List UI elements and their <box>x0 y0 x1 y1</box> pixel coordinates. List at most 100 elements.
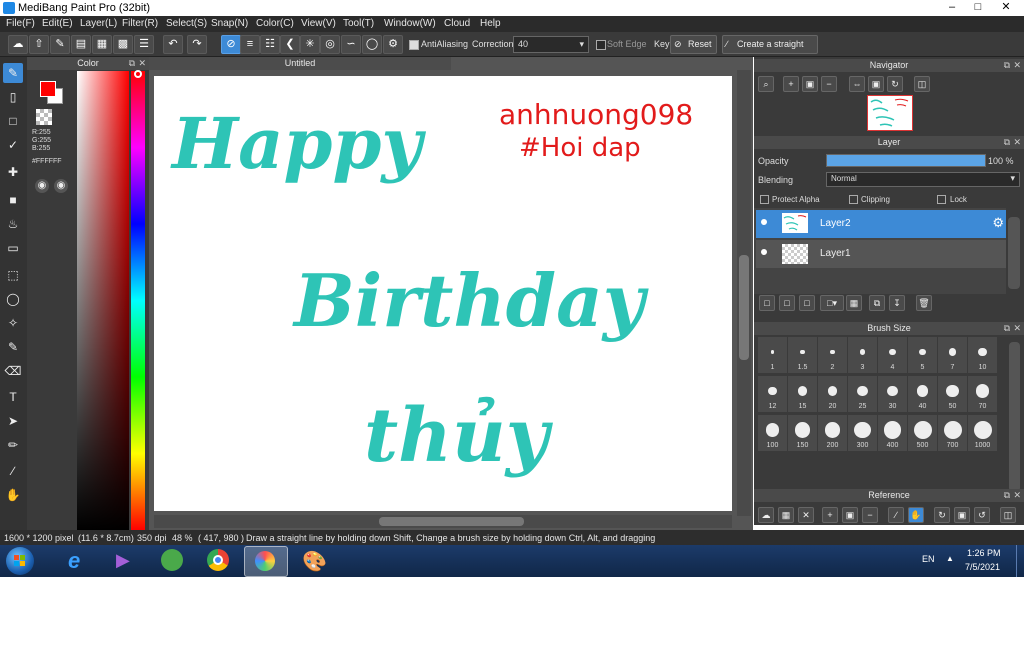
merge-down-icon[interactable]: ↧ <box>889 295 905 311</box>
folder-icon[interactable]: ▦ <box>846 295 862 311</box>
menu-layer[interactable]: Layer(L) <box>80 18 117 29</box>
dot-tool-icon[interactable]: ✓ <box>3 135 23 155</box>
menu-window[interactable]: Window(W) <box>384 18 436 29</box>
ring-snap-icon[interactable]: ◯ <box>362 35 382 54</box>
rect-tool-icon[interactable]: □ <box>3 111 23 131</box>
brush-size-50[interactable]: 50 <box>938 376 967 412</box>
new-layer-1bit-icon[interactable]: □ <box>799 295 815 311</box>
clipping-checkbox[interactable] <box>849 195 858 204</box>
menu-cloud[interactable]: Cloud <box>444 18 470 29</box>
cloud-icon[interactable]: ☁ <box>8 35 28 54</box>
brush-size-2[interactable]: 2 <box>818 337 847 373</box>
palette-icon[interactable]: ◉ <box>35 179 49 193</box>
open-folder-icon[interactable]: ▦ <box>778 507 794 523</box>
brush-size-400[interactable]: 400 <box>878 415 907 451</box>
brush-size-300[interactable]: 300 <box>848 415 877 451</box>
magic-wand-icon[interactable]: ✧ <box>3 313 23 333</box>
eraser-tool-icon[interactable]: ▯ <box>3 87 23 107</box>
cross-snap-icon[interactable]: ☷ <box>260 35 280 54</box>
reset-view-icon[interactable]: ◫ <box>1000 507 1016 523</box>
hue-slider[interactable] <box>131 71 145 530</box>
fill-rect-tool-icon[interactable]: ■ <box>3 190 23 210</box>
foreground-color-swatch[interactable] <box>40 81 56 97</box>
text-tool-icon[interactable]: T <box>3 387 23 407</box>
brush-size-20[interactable]: 20 <box>818 376 847 412</box>
correction-select[interactable]: 40 ▾ <box>513 36 589 53</box>
brush-size-15[interactable]: 15 <box>788 376 817 412</box>
horizontal-scrollbar[interactable] <box>154 515 732 528</box>
brush-size-500[interactable]: 500 <box>908 415 937 451</box>
float-icon[interactable]: ⧉ <box>1004 322 1010 335</box>
reset-button[interactable]: ⊘ Reset <box>670 35 717 54</box>
brush-size-70[interactable]: 70 <box>968 376 997 412</box>
palette-edit-icon[interactable]: ◉ <box>54 179 68 193</box>
brush-size-25[interactable]: 25 <box>848 376 877 412</box>
operation-tool-icon[interactable]: ➤ <box>3 411 23 431</box>
opacity-slider[interactable] <box>826 154 986 167</box>
brush-size-30[interactable]: 30 <box>878 376 907 412</box>
brush-size-5[interactable]: 5 <box>908 337 937 373</box>
brush-size-1[interactable]: 1 <box>758 337 787 373</box>
transparent-swatch[interactable] <box>36 109 52 125</box>
curve-snap-icon[interactable]: ∽ <box>341 35 361 54</box>
start-button[interactable] <box>6 547 34 575</box>
select-pen-icon[interactable]: ✎ <box>3 337 23 357</box>
delete-icon[interactable]: 🗑 <box>916 295 932 311</box>
list-doc-icon[interactable]: ☰ <box>134 35 154 54</box>
float-icon[interactable]: ⧉ <box>1004 489 1010 502</box>
reset-view-icon[interactable]: ◫ <box>914 76 930 92</box>
zoom-out-icon[interactable]: − <box>862 507 878 523</box>
brush-size-scrollbar[interactable] <box>1009 342 1020 492</box>
visualstudio-taskbar-icon[interactable]: ▶ <box>104 546 146 575</box>
eyedropper-icon[interactable]: ∕ <box>3 461 23 481</box>
zoom-in-icon[interactable]: + <box>783 76 799 92</box>
soft-edge-checkbox[interactable] <box>596 40 606 50</box>
grid-doc-icon[interactable]: ▩ <box>113 35 133 54</box>
eyedropper-icon[interactable]: ∕ <box>888 507 904 523</box>
upload-icon[interactable]: ☁ <box>758 507 774 523</box>
actual-size-icon[interactable]: ▣ <box>842 507 858 523</box>
chat-icon[interactable]: ✎ <box>50 35 70 54</box>
circle-snap-icon[interactable]: ◎ <box>320 35 340 54</box>
gradient-tool-icon[interactable]: ▭ <box>3 238 23 258</box>
new-layer-icon[interactable]: □ <box>759 295 775 311</box>
layer-row-layer2[interactable]: Layer2 ⚙ <box>756 210 1006 238</box>
rotate-icon[interactable]: ↻ <box>934 507 950 523</box>
menu-select[interactable]: Select(S) <box>166 18 207 29</box>
rotate-reset-icon[interactable]: ↺ <box>974 507 990 523</box>
fit-window-icon[interactable]: ▣ <box>868 76 884 92</box>
zoom-fit-icon[interactable]: ⌕ <box>758 76 774 92</box>
redo-icon[interactable]: ↷ <box>187 35 207 54</box>
duplicate-icon[interactable]: ⧉ <box>869 295 885 311</box>
gear-icon[interactable]: ⚙ <box>992 215 1004 231</box>
blending-select[interactable]: Normal ▾ <box>826 172 1020 187</box>
eye-icon[interactable] <box>761 219 767 225</box>
lock-checkbox[interactable] <box>937 195 946 204</box>
hue-handle[interactable] <box>134 70 142 78</box>
ie-taskbar-icon[interactable]: e <box>56 546 98 575</box>
menu-help[interactable]: Help <box>480 18 501 29</box>
menu-tool[interactable]: Tool(T) <box>343 18 374 29</box>
antialiasing-checkbox[interactable] <box>409 40 419 50</box>
close-icon[interactable]: ✕ <box>138 57 146 70</box>
paint-taskbar-icon[interactable]: 🎨 <box>290 546 332 575</box>
chrome-taskbar-icon[interactable] <box>198 546 240 575</box>
brush-size-200[interactable]: 200 <box>818 415 847 451</box>
close-icon[interactable]: ✕ <box>1013 322 1021 335</box>
menu-view[interactable]: View(V) <box>301 18 336 29</box>
brush-size-150[interactable]: 150 <box>788 415 817 451</box>
new-layer-menu-icon[interactable]: □▾ <box>820 295 844 311</box>
bucket-tool-icon[interactable]: ♨ <box>3 214 23 234</box>
parallel-snap-icon[interactable]: ≡ <box>240 35 260 54</box>
menu-color[interactable]: Color(C) <box>256 18 294 29</box>
close-icon[interactable]: ✕ <box>1013 59 1021 72</box>
vertical-scrollbar[interactable] <box>737 70 751 516</box>
brush-size-1-5[interactable]: 1.5 <box>788 337 817 373</box>
flip-icon[interactable]: ⇔ <box>849 76 865 92</box>
brush-size-40[interactable]: 40 <box>908 376 937 412</box>
brush-size-1000[interactable]: 1000 <box>968 415 997 451</box>
hand-icon[interactable]: ✋ <box>908 507 924 523</box>
snap-settings-icon[interactable]: ⚙ <box>383 35 403 54</box>
clock-date[interactable]: 7/5/2021 <box>965 562 1000 572</box>
select-rect-icon[interactable]: ⬚ <box>3 265 23 285</box>
